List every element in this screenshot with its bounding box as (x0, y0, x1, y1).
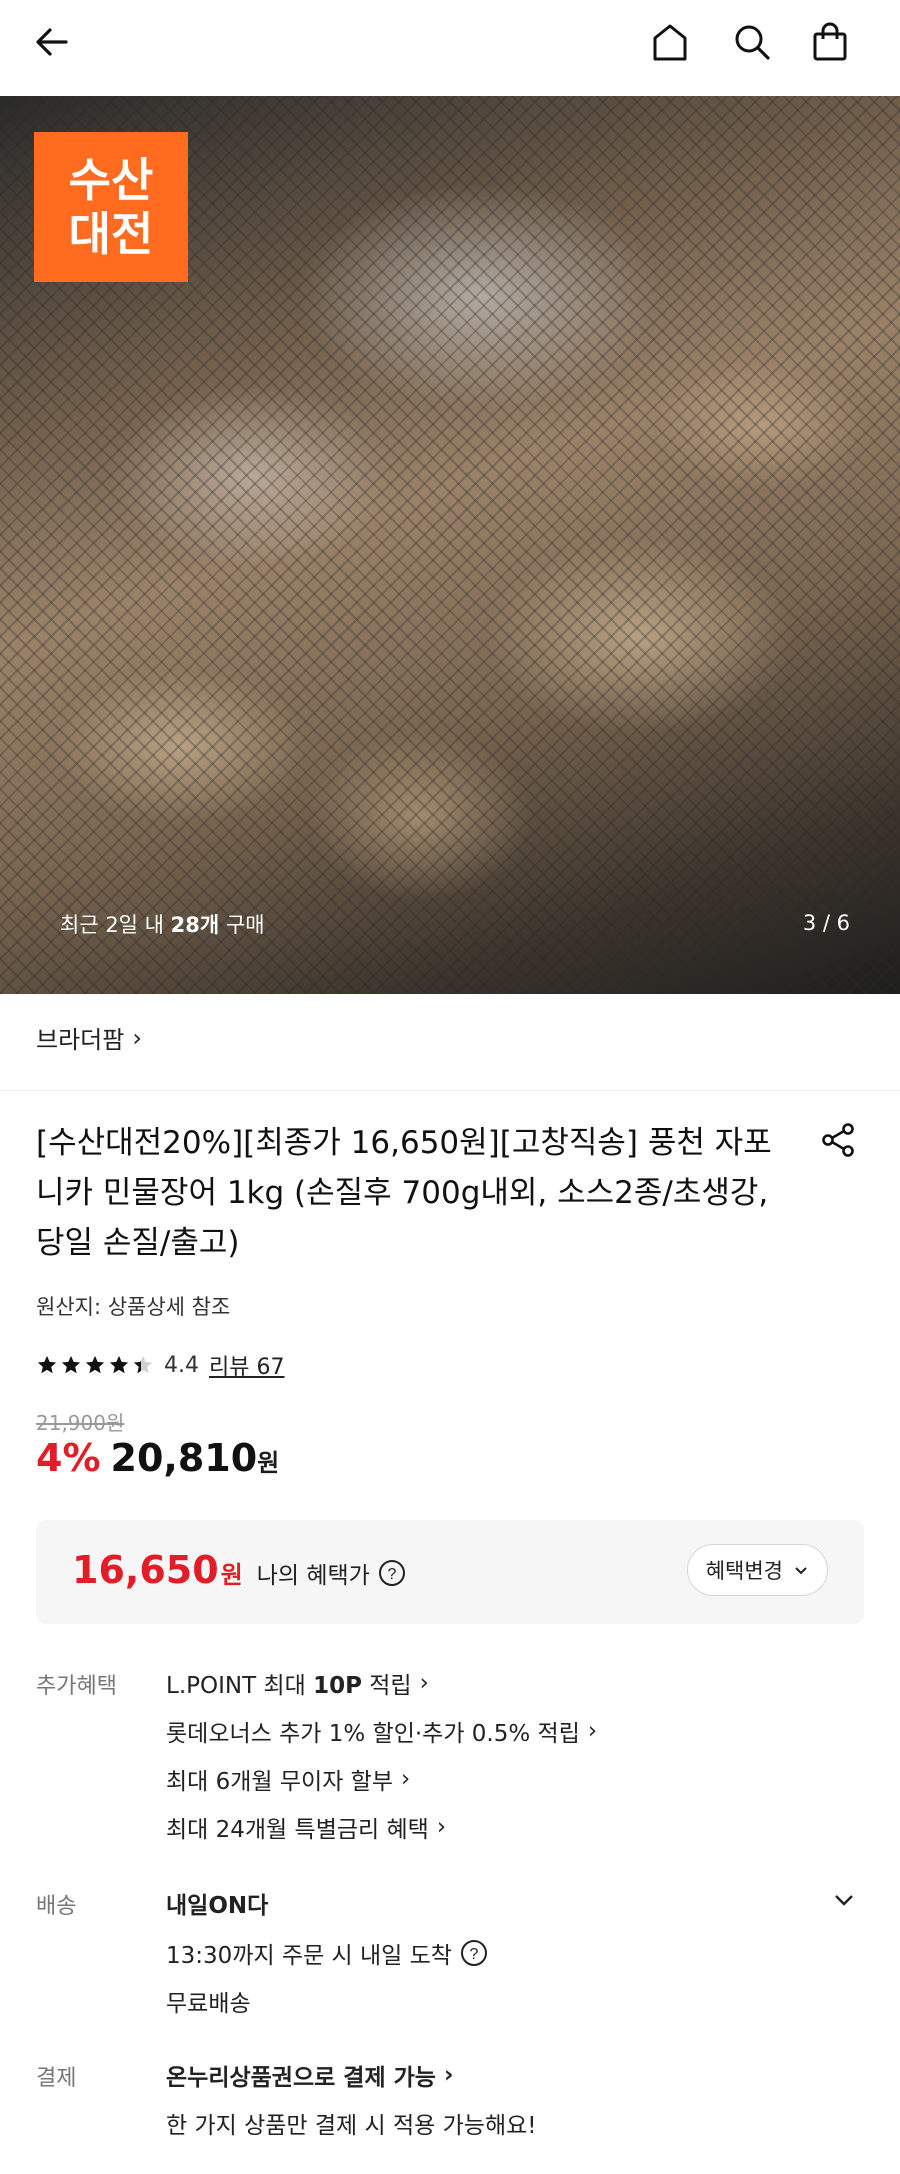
star-rating (36, 1354, 154, 1376)
benefit-line-text: 최대 24개월 특별금리 혜택 (166, 1817, 429, 1843)
benefit-price-unit: 원 (220, 1561, 243, 1589)
chevron-right-icon: › (419, 1670, 429, 1696)
star-icon (37, 1355, 57, 1374)
rating-row: 4.4 리뷰 67 (36, 1349, 284, 1381)
delivery-label: 배송 (36, 1894, 77, 1919)
benefit-line-text: L.POINT 최대 (166, 1673, 314, 1699)
extra-benefit-label: 추가혜택 (36, 1674, 117, 1699)
price-unit: 원 (257, 1449, 280, 1477)
recent-prefix: 최근 2일 내 (60, 913, 171, 937)
star-icon (109, 1355, 129, 1374)
chevron-right-icon: › (587, 1718, 598, 1744)
chevron-right-icon: › (436, 1814, 447, 1840)
benefit-line-text: 최대 6개월 무이자 할부 (166, 1769, 394, 1795)
brand-link[interactable]: 브라더팜 › (36, 1020, 142, 1055)
product-title: [수산대전20%][최종가 16,650원][고창직송] 풍천 자포니카 민물장… (36, 1125, 772, 1261)
origin-info: 원산지: 상품상세 참조 (36, 1295, 231, 1319)
top-header (0, 0, 900, 96)
discount-rate: 4% (36, 1436, 101, 1480)
share-icon[interactable] (814, 1116, 862, 1164)
help-icon[interactable]: ? (460, 1939, 488, 1967)
review-link[interactable]: 리뷰 67 (209, 1349, 284, 1381)
delivery-time-text: 13:30까지 주문 시 내일 도착 (166, 1943, 452, 1969)
image-counter: 3 / 6 (802, 911, 850, 935)
brand-name: 브라더팜 (36, 1026, 125, 1054)
benefit-lotte-owners[interactable]: 롯데오너스 추가 1% 할인·추가 0.5% 적립 › (166, 1714, 597, 1748)
benefit-installment[interactable]: 최대 6개월 무이자 할부 › (166, 1762, 410, 1796)
price-row: 4% 20,810원 (36, 1436, 279, 1480)
benefit-line-bold: 10P (313, 1673, 362, 1699)
benefit-label-text: 나의 혜택가 (256, 1563, 370, 1589)
benefit-price-group: 16,650 원 나의 혜택가 ? (72, 1548, 406, 1592)
badge-text-line2: 대전 (68, 207, 154, 261)
search-icon[interactable] (728, 18, 776, 66)
payment-note: 한 가지 상품만 결제 시 적용 가능해요! (166, 2113, 537, 2139)
payment-title: 온누리상품권으로 결제 가능 (166, 2065, 436, 2091)
benefit-special-rate[interactable]: 최대 24개월 특별금리 혜택 › (166, 1810, 446, 1844)
recent-count: 28개 (170, 913, 220, 937)
badge-text-line1: 수산 (68, 153, 154, 207)
chevron-right-icon: › (443, 2062, 454, 2088)
home-icon[interactable] (646, 18, 694, 66)
benefit-price-box: 16,650 원 나의 혜택가 ? 혜택변경 (36, 1520, 864, 1624)
change-benefit-label: 혜택변경 (705, 1559, 783, 1583)
delivery-title: 내일ON다 (166, 1893, 269, 1919)
free-shipping: 무료배송 (166, 1991, 251, 2017)
star-icon (133, 1355, 153, 1374)
sale-price: 20,810 (110, 1436, 258, 1480)
benefit-price: 16,650 (72, 1548, 219, 1592)
delivery-time: 13:30까지 주문 시 내일 도착 ? (166, 1936, 488, 1970)
recent-suffix: 구매 (219, 913, 265, 937)
chevron-right-icon: › (401, 1766, 411, 1792)
payment-label: 결제 (36, 2066, 77, 2091)
product-image-carousel[interactable]: 수산 대전 최근 2일 내 28개 구매 3 / 6 (0, 96, 900, 994)
rating-value: 4.4 (164, 1352, 199, 1378)
benefit-line-text: 적립 (361, 1673, 412, 1699)
change-benefit-button[interactable]: 혜택변경 (686, 1544, 828, 1596)
shopping-bag-icon[interactable] (806, 18, 854, 66)
help-icon[interactable]: ? (378, 1559, 406, 1587)
divider (0, 1090, 900, 1091)
benefit-label: 나의 혜택가 ? (257, 1556, 406, 1590)
chevron-down-icon[interactable] (832, 1888, 856, 1916)
original-price: 21,900원 (36, 1411, 125, 1435)
benefit-lpoint[interactable]: L.POINT 최대 10P 적립 › (166, 1666, 429, 1700)
benefit-line-text: 롯데오너스 추가 1% 할인·추가 0.5% 적립 (166, 1721, 580, 1747)
payment-onnuri-link[interactable]: 온누리상품권으로 결제 가능 › (166, 2058, 453, 2092)
svg-text:?: ? (387, 1566, 396, 1583)
recent-purchase-text: 최근 2일 내 28개 구매 (60, 909, 265, 939)
sale-price-wrap: 20,810원 (111, 1436, 280, 1480)
chevron-down-icon (795, 1567, 807, 1575)
seafood-festival-badge: 수산 대전 (34, 132, 188, 282)
arrow-left-icon[interactable] (28, 18, 76, 66)
chevron-right-icon: › (132, 1023, 142, 1052)
star-icon (61, 1355, 81, 1374)
svg-text:?: ? (470, 1946, 479, 1963)
star-icon (85, 1355, 105, 1374)
